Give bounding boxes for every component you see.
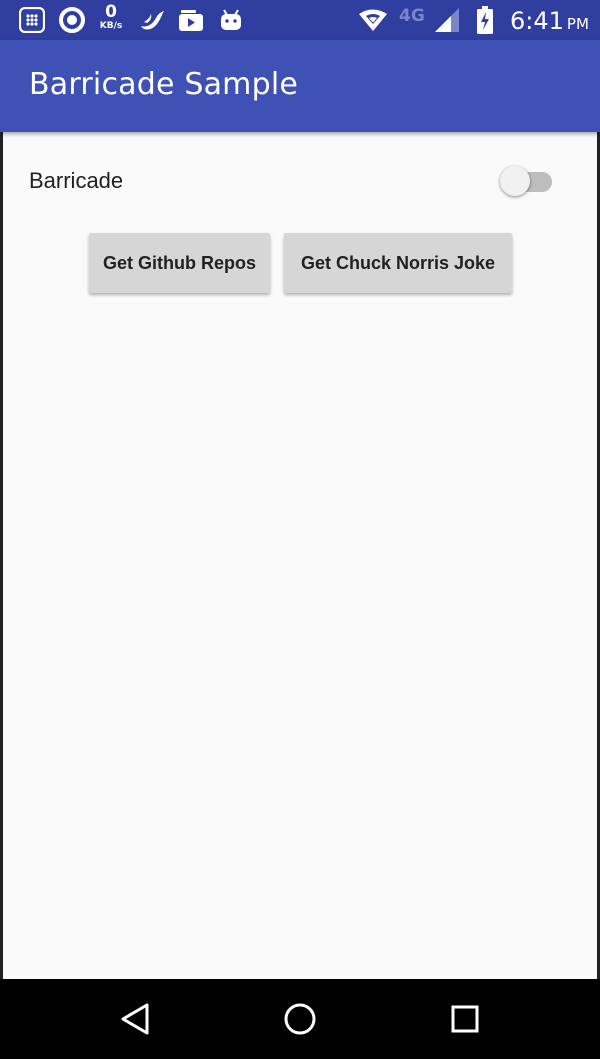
- clock-time: 6:41: [510, 7, 564, 35]
- bird-app-icon: [138, 6, 166, 34]
- recents-icon[interactable]: [443, 997, 487, 1041]
- sync-ring-icon: [57, 6, 87, 34]
- get-chuck-norris-joke-button[interactable]: Get Chuck Norris Joke: [284, 233, 512, 293]
- app-bar: Barricade Sample: [0, 40, 600, 132]
- notification-grid-icon: [18, 6, 46, 34]
- back-icon[interactable]: [113, 997, 157, 1041]
- battery-charging-icon: [475, 6, 495, 34]
- main-content: Barricade Get Github Repos Get Chuck Nor…: [3, 132, 597, 979]
- status-bar: 0 KB/s 4G 6:41 PM: [0, 0, 600, 40]
- clock-ampm: PM: [566, 15, 589, 33]
- android-app-icon: [218, 6, 244, 34]
- switch-thumb: [500, 166, 530, 196]
- get-github-repos-button[interactable]: Get Github Repos: [89, 233, 270, 293]
- data-rate-unit: KB/s: [99, 21, 123, 31]
- barricade-toggle-switch[interactable]: [500, 165, 554, 197]
- navigation-bar: [0, 979, 600, 1059]
- data-rate-indicator: 0 KB/s: [96, 4, 126, 31]
- page-title: Barricade Sample: [29, 67, 299, 102]
- home-icon[interactable]: [278, 997, 322, 1041]
- network-type-label: 4G: [399, 6, 425, 26]
- clock: 6:41 PM: [510, 7, 589, 35]
- signal-icon: [433, 6, 461, 34]
- wifi-icon: [357, 6, 389, 34]
- data-rate-value: 0: [105, 2, 117, 22]
- barricade-label: Barricade: [29, 168, 124, 193]
- video-app-icon: [177, 6, 205, 34]
